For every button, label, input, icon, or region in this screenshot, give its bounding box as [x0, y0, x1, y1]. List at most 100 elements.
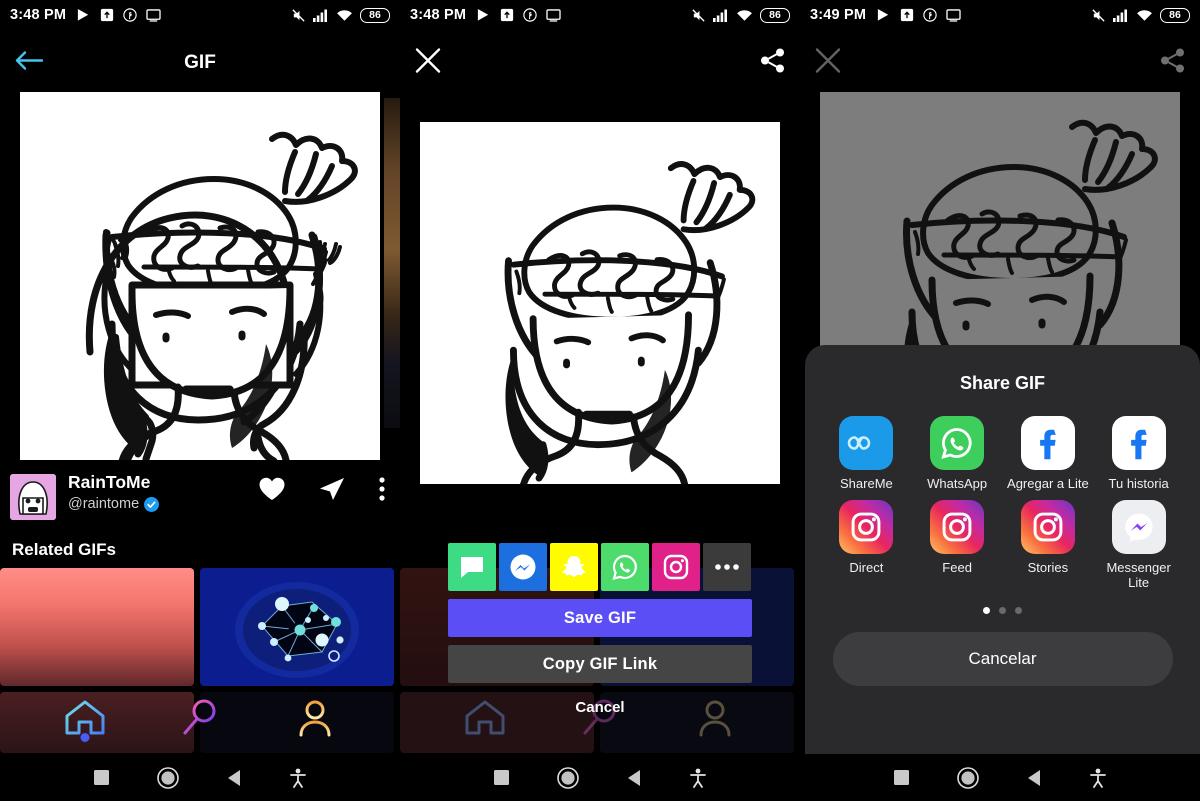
status-right-icons: 86 [1091, 7, 1190, 23]
share-target-messenger-lite[interactable]: Messenger Lite [1093, 499, 1184, 591]
share-target-instagram[interactable] [652, 543, 700, 591]
recents-square-icon[interactable] [93, 769, 110, 786]
upload-box-icon [901, 8, 914, 22]
share-target-tu-historia[interactable]: Tu historia [1093, 416, 1184, 492]
sidebar-item-search[interactable] [165, 690, 235, 746]
share-target-more[interactable] [703, 543, 751, 591]
panel-gif-detail: 3:48 PM 86 GIF RainToMe @raintome Relate… [0, 0, 400, 801]
share-target-label: Stories [1027, 559, 1069, 575]
share-target-label: Feed [942, 559, 972, 575]
home-circle-icon[interactable] [957, 766, 979, 789]
share-target-label: WhatsApp [927, 476, 988, 491]
share-target-shareme[interactable]: ShareMe [821, 416, 912, 492]
status-left-icons [76, 8, 161, 23]
whatsapp-icon [612, 554, 637, 581]
share-icon[interactable] [1160, 48, 1186, 79]
battery-indicator: 86 [360, 7, 390, 23]
accessibility-icon[interactable] [689, 768, 707, 788]
share-app-row [448, 543, 752, 591]
instagram-icon [663, 554, 689, 580]
recents-square-icon[interactable] [493, 769, 510, 786]
related-gif-thumb[interactable] [200, 568, 394, 686]
close-icon[interactable] [814, 47, 842, 80]
message-bubble-icon [461, 557, 483, 578]
status-right-icons: 86 [291, 7, 390, 23]
page-dot[interactable] [983, 606, 990, 614]
gif-image-dimmed [820, 92, 1180, 350]
instagram-icon [930, 499, 985, 554]
home-circle-icon[interactable] [557, 766, 579, 789]
screencast-icon [146, 8, 161, 22]
verified-badge-icon [144, 496, 160, 512]
section-title-related-gifs: Related GIFs [12, 540, 116, 559]
heart-icon[interactable] [258, 476, 286, 502]
creator-handle: @raintome [68, 496, 140, 512]
share-target-agregar-a-lite[interactable]: Agregar a Lite [1003, 416, 1094, 492]
instagram-icon [839, 499, 894, 554]
page-dot[interactable] [1015, 606, 1022, 614]
share-target-label: Agregar a Lite [1007, 476, 1089, 491]
cancel-button[interactable]: Cancel [448, 699, 752, 716]
page-dot[interactable] [999, 606, 1006, 614]
battery-indicator: 86 [1160, 7, 1190, 23]
share-dialog: Save GIF Copy GIF Link Cancel [448, 543, 752, 716]
panel-share-dialog: 3:48 PM 86 Save GIF Copy GIF Link Cancel [400, 0, 800, 801]
status-bar: 3:48 PM 86 [400, 0, 800, 30]
app-top-bar [400, 30, 800, 96]
home-circle-icon[interactable] [157, 766, 179, 789]
sidebar-item-home[interactable] [50, 690, 120, 746]
share-target-stories[interactable]: Stories [1003, 499, 1094, 591]
messenger-icon [510, 554, 536, 580]
android-system-nav [800, 754, 1200, 801]
share-target-label: Messenger Lite [1106, 559, 1171, 590]
signal-bars-icon [313, 9, 327, 22]
save-gif-button[interactable]: Save GIF [448, 599, 752, 637]
mute-icon [1092, 8, 1105, 22]
status-left-icons [876, 8, 961, 23]
status-bar: 3:48 PM 86 [0, 0, 400, 30]
background-image-strip [384, 98, 400, 428]
cancel-button[interactable]: Cancelar [832, 631, 1173, 686]
battery-indicator: 86 [760, 7, 790, 23]
app-bottom-nav [0, 684, 400, 754]
android-system-nav [400, 754, 800, 801]
avatar[interactable] [10, 474, 56, 520]
page-indicator-dots [805, 606, 1200, 614]
share-target-snapchat[interactable] [550, 543, 598, 591]
share-icon[interactable] [760, 48, 786, 79]
share-target-label: Tu historia [1108, 476, 1169, 491]
share-target-whatsapp[interactable] [601, 543, 649, 591]
home-icon [65, 700, 105, 735]
share-target-direct[interactable]: Direct [821, 499, 912, 591]
back-triangle-icon[interactable] [226, 769, 242, 787]
play-store-icon [478, 8, 489, 21]
facebook-circle-icon [923, 8, 937, 22]
recents-square-icon[interactable] [893, 769, 910, 786]
share-target-messenger[interactable] [499, 543, 547, 591]
wifi-icon [1137, 9, 1152, 21]
wifi-icon [737, 9, 752, 21]
gif-image[interactable] [420, 122, 780, 484]
status-time: 3:48 PM [410, 7, 467, 23]
sidebar-item-profile[interactable] [280, 690, 350, 746]
back-triangle-icon[interactable] [1026, 769, 1042, 787]
close-icon[interactable] [414, 47, 442, 80]
screencast-icon [546, 8, 561, 22]
creator-name: RainToMe [68, 472, 151, 492]
back-triangle-icon[interactable] [626, 769, 642, 787]
upload-box-icon [101, 8, 114, 22]
signal-bars-icon [1113, 9, 1127, 22]
gif-image[interactable] [20, 92, 380, 460]
copy-gif-link-button[interactable]: Copy GIF Link [448, 645, 752, 683]
related-gif-thumb[interactable] [0, 568, 194, 686]
play-store-icon [878, 8, 889, 21]
share-target-whatsapp[interactable]: WhatsApp [912, 416, 1003, 492]
more-vertical-icon[interactable] [378, 476, 386, 502]
send-icon[interactable] [318, 476, 346, 502]
share-target-feed[interactable]: Feed [912, 499, 1003, 591]
share-target-messages[interactable] [448, 543, 496, 591]
shareme-icon [839, 416, 894, 470]
accessibility-icon[interactable] [1089, 768, 1107, 788]
accessibility-icon[interactable] [289, 768, 307, 788]
app-top-bar: GIF [0, 30, 400, 96]
